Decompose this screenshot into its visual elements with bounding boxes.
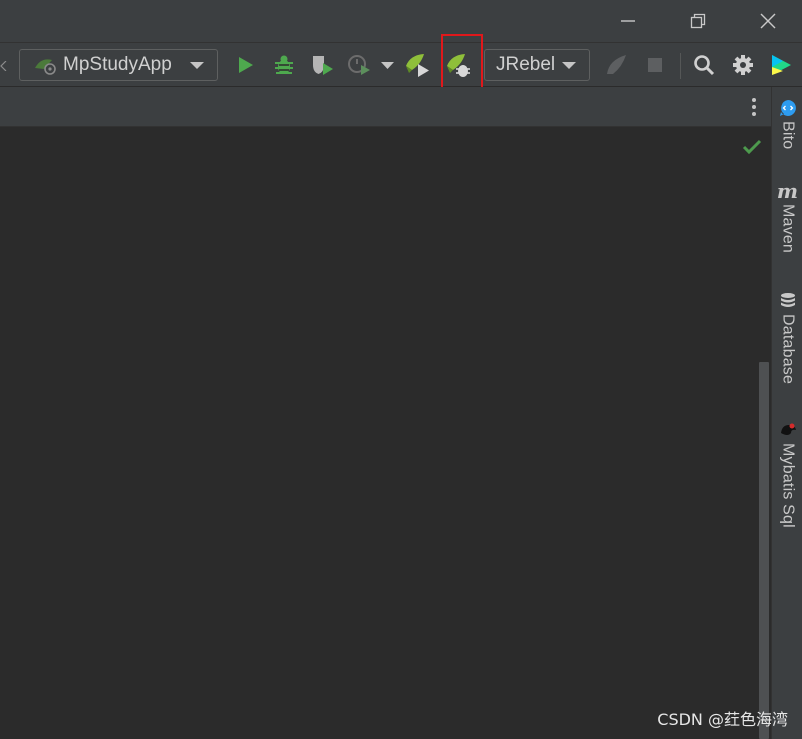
toolbox-button[interactable] <box>768 52 794 78</box>
bug-icon <box>275 55 293 74</box>
tool-window-label: Mybatis Sql <box>779 443 797 528</box>
jrebel-run-button[interactable] <box>404 52 430 78</box>
run-config-label: MpStudyApp <box>63 54 172 75</box>
close-icon <box>760 13 776 29</box>
more-run-options-icon[interactable] <box>381 62 394 70</box>
chevron-down-icon <box>190 61 204 69</box>
run-config-select[interactable]: MpStudyApp <box>19 49 218 81</box>
chevron-left-icon <box>0 61 7 71</box>
shield-run-icon <box>313 56 333 75</box>
jrebel-disabled-icon <box>607 55 626 74</box>
close-button[interactable] <box>745 0 791 42</box>
bito-icon <box>779 100 796 116</box>
app-config-icon <box>35 59 56 75</box>
scrollbar-thumb[interactable] <box>759 362 769 739</box>
profiler-icon <box>348 55 370 75</box>
jrebel-update-button[interactable] <box>604 52 630 78</box>
toolbar-separator <box>680 53 681 79</box>
restore-icon <box>690 13 706 29</box>
maven-icon: m <box>776 179 799 203</box>
settings-button[interactable] <box>730 52 756 78</box>
run-button[interactable] <box>232 52 258 78</box>
stop-icon <box>648 58 662 72</box>
stop-button[interactable] <box>642 52 668 78</box>
tool-window-maven[interactable]: m Maven <box>772 179 802 254</box>
jrebel-run-icon <box>406 54 429 77</box>
right-tool-bar: Bito m Maven Database Mybatis Sql <box>771 87 802 739</box>
minimize-button[interactable] <box>605 0 651 42</box>
watermark: CSDN @荭色海湾 <box>657 710 788 729</box>
coverage-button[interactable] <box>309 52 335 78</box>
database-icon <box>780 293 795 307</box>
editor-area[interactable] <box>0 127 771 739</box>
main-toolbar: MpStudyApp JRebel <box>0 42 802 87</box>
mybatis-icon <box>780 423 796 435</box>
toolbox-app-icon <box>772 55 791 75</box>
highlight-box <box>441 34 483 89</box>
tool-window-label: Maven <box>779 204 797 254</box>
jrebel-config-label: JRebel <box>496 54 556 75</box>
title-bar <box>0 0 802 42</box>
more-options-icon[interactable] <box>750 97 758 117</box>
tool-window-mybatis-sql[interactable]: Mybatis Sql <box>772 421 802 528</box>
tool-window-label: Bito <box>779 121 797 150</box>
chevron-down-icon <box>562 61 576 69</box>
run-icon <box>239 57 253 73</box>
tool-window-bito[interactable]: Bito <box>772 99 802 149</box>
minimize-icon <box>621 20 635 22</box>
gear-icon <box>733 55 753 75</box>
restore-button[interactable] <box>675 0 721 42</box>
search-icon <box>694 55 715 76</box>
jrebel-config-select[interactable]: JRebel <box>484 49 590 81</box>
editor-tab-bar <box>0 87 771 127</box>
tool-window-database[interactable]: Database <box>772 292 802 384</box>
tool-window-label: Database <box>779 314 797 385</box>
profiler-button[interactable] <box>346 52 372 78</box>
debug-button[interactable] <box>271 52 297 78</box>
search-button[interactable] <box>691 52 717 78</box>
